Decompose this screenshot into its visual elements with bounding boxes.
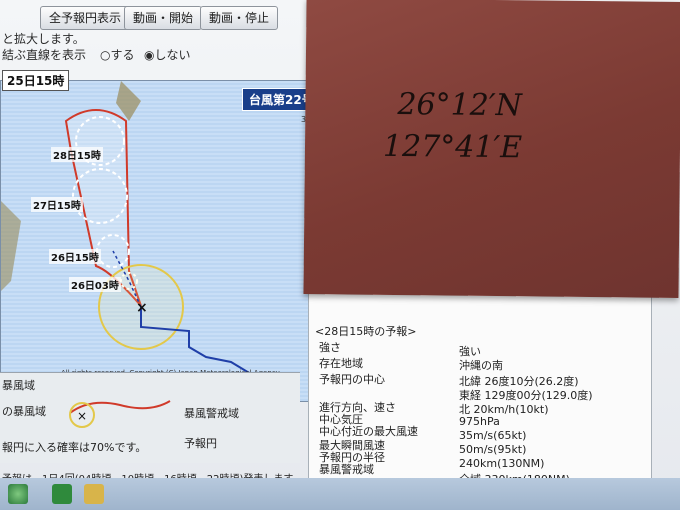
row-label-center: 予報円の中心	[319, 373, 385, 386]
taskbar	[0, 478, 680, 510]
label-27-15: 27日15時	[31, 197, 83, 212]
start-orb-icon[interactable]	[8, 484, 28, 504]
line-option-on-radio[interactable]: ○する	[100, 46, 134, 63]
label-28-15: 28日15時	[51, 147, 103, 162]
forecast-header: <28日15時の予報>	[315, 325, 417, 338]
show-all-forecast-button[interactable]: 全予報円表示	[40, 6, 131, 30]
typhoon-track-map[interactable]: × 28日15時 27日15時 26日15時 26日03時 All rights…	[0, 80, 327, 402]
coast-shape	[1, 201, 21, 291]
map-time-label: 25日15時	[2, 70, 70, 91]
line-option-off-radio[interactable]: ◉しない	[144, 46, 190, 63]
row-value-area: 沖縄の南	[459, 359, 503, 372]
row-value-max-wind: 35m/s(65kt)	[459, 429, 527, 442]
folder-icon[interactable]	[84, 484, 104, 504]
legend-probability-note: 報円に入る確率は70%です。	[2, 441, 147, 454]
legend-forecast-circle: 予報円	[184, 437, 217, 450]
map-legend: 暴風域 の暴風域 暴風警戒域 予報円 × 報円に入る確率は70%です。	[0, 372, 300, 463]
island-shape	[116, 81, 141, 121]
toolbar: 全予報円表示 動画・開始 動画・停止	[0, 0, 340, 34]
row-label-area: 存在地域	[319, 357, 363, 370]
sticky-note: 26°12′N 127°41′E	[303, 0, 680, 298]
forecast-info-panel: <28日15時の予報> 強さ 存在地域 予報円の中心 進行方向、速さ 中心気圧 …	[308, 290, 652, 507]
row-value-pressure: 975hPa	[459, 415, 500, 428]
animation-stop-button[interactable]: 動画・停止	[200, 6, 279, 30]
svg-text:×: ×	[77, 409, 87, 423]
excel-icon[interactable]	[52, 484, 72, 504]
label-26-15: 26日15時	[49, 249, 101, 264]
typhoon-center-mark: ×	[136, 300, 148, 316]
note-latitude: 26°12′N	[397, 87, 523, 124]
row-label-warning: 暴風警戒域	[319, 463, 374, 476]
line-option-prompt: 結ぶ直線を表示	[2, 48, 87, 62]
legend-storm-area: 暴風域	[2, 379, 35, 392]
label-26-03: 26日03時	[69, 277, 121, 292]
legend-sample-graphic: ×	[69, 400, 171, 428]
note-longitude: 127°41′E	[382, 128, 523, 166]
row-value-radius: 240km(130NM)	[459, 457, 545, 470]
row-value-gust: 50m/s(95kt)	[459, 443, 527, 456]
legend-gale-area: の暴風域	[2, 405, 46, 418]
animation-start-button[interactable]: 動画・開始	[124, 6, 203, 30]
row-label-strength: 強さ	[319, 341, 341, 354]
track-overlay: ×	[1, 81, 272, 400]
legend-warning-area: 暴風警戒域	[184, 407, 239, 420]
zoom-note: と拡大します。	[2, 32, 85, 46]
